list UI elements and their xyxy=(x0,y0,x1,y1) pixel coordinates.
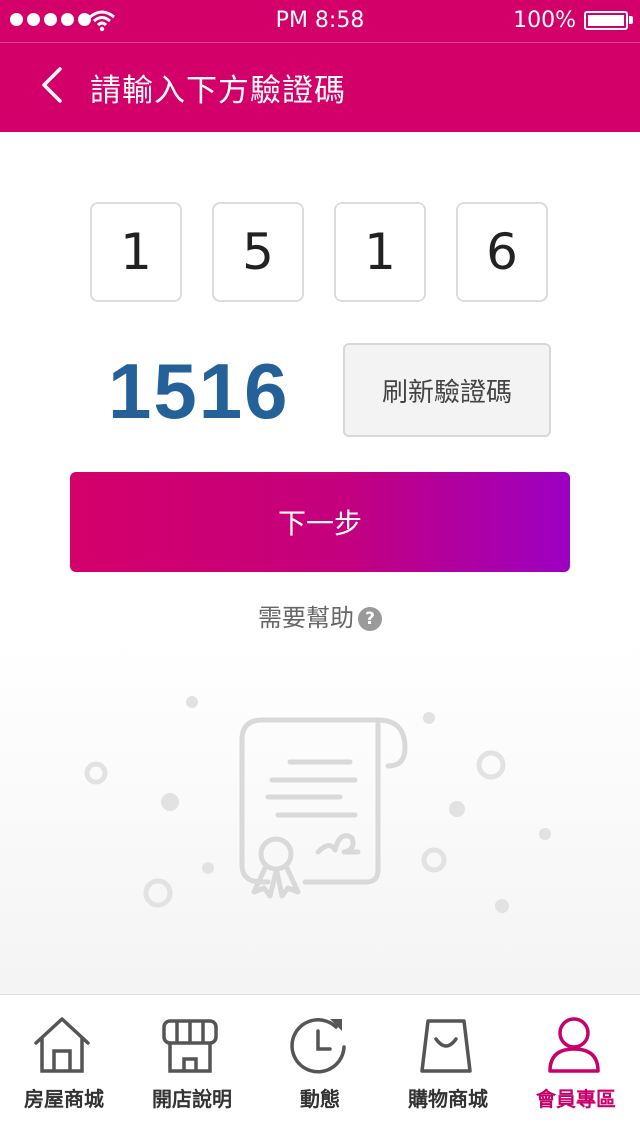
shopping-bag-icon xyxy=(420,1019,472,1073)
tab-store-guide[interactable]: 開店說明 xyxy=(128,995,256,1137)
tab-activity[interactable]: 動態 xyxy=(256,995,384,1137)
decorative-background xyxy=(0,640,640,994)
tab-label: 房屋商城 xyxy=(24,1087,104,1111)
certificate-icon xyxy=(239,717,408,899)
battery-percent: 100% xyxy=(513,8,576,33)
page-title: 請輸入下方驗證碼 xyxy=(90,73,346,109)
next-step-button[interactable]: 下一步 xyxy=(70,472,570,572)
status-bar: PM 8:58 100% xyxy=(0,0,640,42)
code-digit-box[interactable]: 6 xyxy=(456,202,548,302)
back-chevron-icon[interactable] xyxy=(34,63,74,107)
help-label: 需要幫助 xyxy=(258,604,354,632)
question-icon: ? xyxy=(358,607,382,631)
tab-house-mall[interactable]: 房屋商城 xyxy=(0,995,128,1137)
user-icon xyxy=(548,1017,600,1073)
tab-label: 開店說明 xyxy=(152,1087,232,1111)
tab-bar: 房屋商城 開店說明 動態 購物商城 會員專區 xyxy=(0,994,640,1136)
tab-member-area[interactable]: 會員專區 xyxy=(512,995,640,1137)
tab-shopping-mall[interactable]: 購物商城 xyxy=(384,995,512,1137)
certificate-scroll-illustration xyxy=(84,696,551,913)
help-link[interactable]: 需要幫助? xyxy=(0,598,640,633)
code-digit-box[interactable]: 1 xyxy=(334,202,426,302)
refresh-captcha-button[interactable]: 刷新驗證碼 xyxy=(343,343,551,437)
nav-bar: 請輸入下方驗證碼 xyxy=(0,42,640,132)
code-digit-box[interactable]: 1 xyxy=(90,202,182,302)
battery-icon xyxy=(584,11,628,30)
battery-tip xyxy=(629,16,633,24)
tab-label: 會員專區 xyxy=(536,1087,616,1111)
storefront-icon xyxy=(162,1019,218,1073)
tab-label: 動態 xyxy=(300,1087,340,1111)
house-icon xyxy=(34,1017,90,1073)
code-digit-box[interactable]: 5 xyxy=(212,202,304,302)
captcha-code: 1516 xyxy=(108,347,290,435)
clock-refresh-icon xyxy=(290,1018,346,1074)
tab-label: 購物商城 xyxy=(408,1087,488,1111)
